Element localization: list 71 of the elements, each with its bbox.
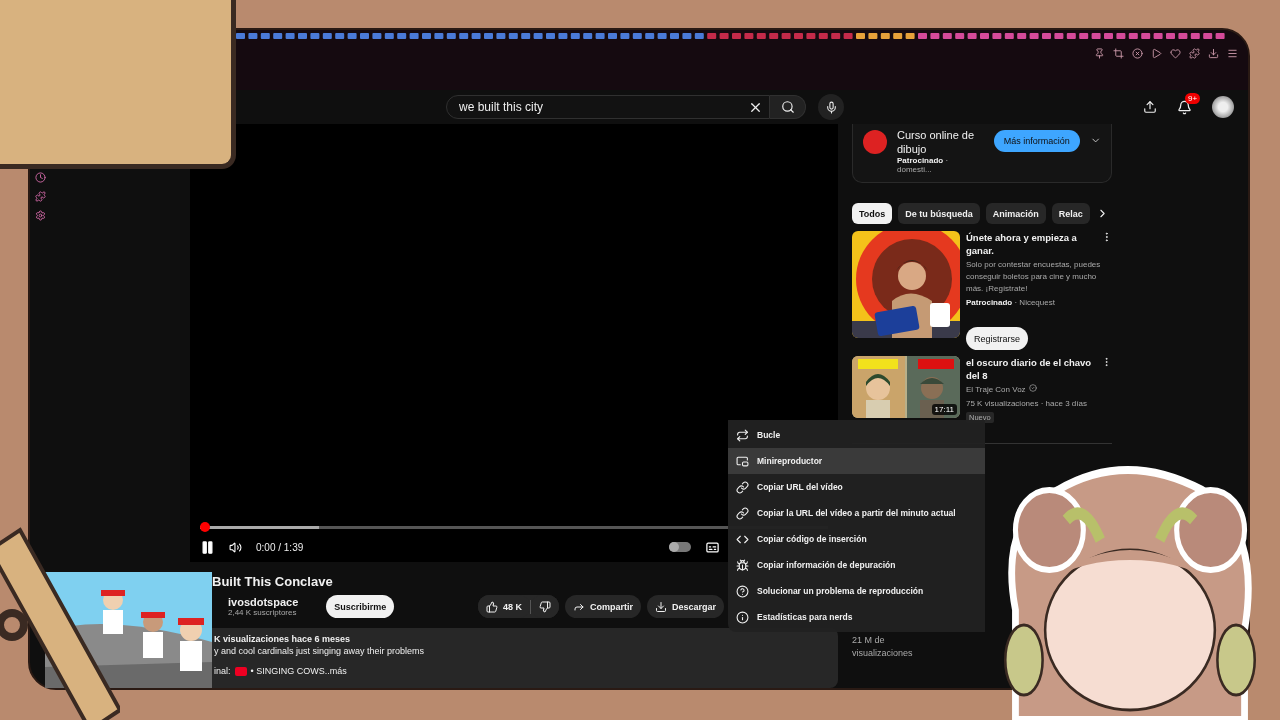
volume-icon[interactable] [229,540,242,554]
video-title[interactable]: el oscuro diario de el chavo del 8 [966,356,1102,382]
heart-icon[interactable] [1170,48,1181,59]
description-link[interactable]: • SINGING COWS [250,666,325,676]
view-stats: K visualizaciones hace 6 meses [214,634,352,644]
settings-icon[interactable] [34,210,46,221]
filter-chip[interactable]: De tu búsqueda [898,203,980,224]
duration: 17:11 [931,404,957,415]
search-button[interactable] [770,95,806,119]
upload-icon[interactable] [1143,100,1157,114]
filter-chip[interactable]: Animación [985,203,1046,224]
play-icon[interactable] [1151,48,1162,59]
more-link[interactable]: ..más [324,666,347,676]
ad-meta: Patrocinado · domesti... [897,156,950,174]
mic-button[interactable] [818,94,844,120]
ad-title[interactable]: Únete ahora y empieza a ganar. [966,231,1101,257]
filter-chip[interactable]: Relac [1051,203,1090,224]
puzzle-icon[interactable] [34,191,46,202]
subscribe-button[interactable]: Suscribirme [326,595,395,618]
extensions-icon[interactable] [1189,48,1200,59]
autoplay-toggle[interactable] [669,542,691,552]
pause-icon[interactable] [200,539,215,555]
thumbs-up-icon [485,600,498,613]
download-icon[interactable] [1208,48,1219,59]
ad-meta: Patrocinado · Nicequest [966,297,1056,309]
loop-icon [736,428,749,442]
menu-icon[interactable] [1227,48,1238,59]
ad-card[interactable]: Curso online de dibujo Patrocinado · domesti... Más información [852,124,1112,183]
link-icon [736,480,749,494]
menu-item[interactable]: Estadísticas para nerds [728,604,985,630]
crop-icon[interactable] [1113,48,1124,59]
info-icon [736,610,749,624]
ad-description: Solo por contestar encuestas, puedes conseguir boletos para cine y mucho más. ¡Regístrate! [966,259,1102,295]
bell-icon[interactable] [1177,99,1192,115]
clock-icon[interactable] [34,172,46,183]
thumbs-down-icon [538,600,551,613]
verified-icon [1028,384,1037,392]
play-logo-icon [234,666,247,676]
close-circle-icon[interactable] [1132,48,1143,59]
ad-title: Curso online de dibujo [897,128,976,156]
notification-count: 9+ [1185,92,1201,104]
search-field[interactable]: we built this city [446,95,770,119]
time-display: 0:00 / 1:39 [256,541,304,553]
subscriber-count: 2,44 K suscriptores [228,608,298,617]
miniplayer-icon [736,454,749,468]
video-title: Built This Conclave [212,574,334,589]
description-label: inal: [214,666,231,676]
filter-chip[interactable]: Todos [852,203,893,224]
search-icon [780,100,795,114]
progress-handle[interactable] [200,522,210,532]
menu-item[interactable]: Minireproductor [728,448,985,474]
advertiser-logo [863,130,887,154]
video-meta: 75 K visualizaciones · hace 3 días [966,398,1088,410]
channel-name[interactable]: ivosdotspace [228,596,299,608]
search-text[interactable]: we built this city [457,99,748,115]
view-count: 21 M de visualizaciones [852,634,914,660]
mic-icon [824,100,838,114]
link-icon [736,506,749,520]
register-button[interactable]: Registrarse [966,327,1028,350]
description-text: y and cool cardinals just singing away their problems [214,646,426,656]
download-icon [654,600,667,613]
channel-name[interactable]: El Traje Con Voz [966,384,1026,396]
share-button[interactable]: Compartir [564,595,641,618]
avatar[interactable] [1212,96,1234,118]
more-info-button[interactable]: Más información [993,130,1080,152]
captions-icon[interactable] [705,539,720,555]
bug-icon [736,558,749,572]
pin-icon[interactable] [1094,48,1105,59]
help-icon [736,584,749,598]
menu-item[interactable]: Solucionar un problema de reproducción [728,578,985,604]
download-button[interactable]: Descargar [646,595,724,618]
